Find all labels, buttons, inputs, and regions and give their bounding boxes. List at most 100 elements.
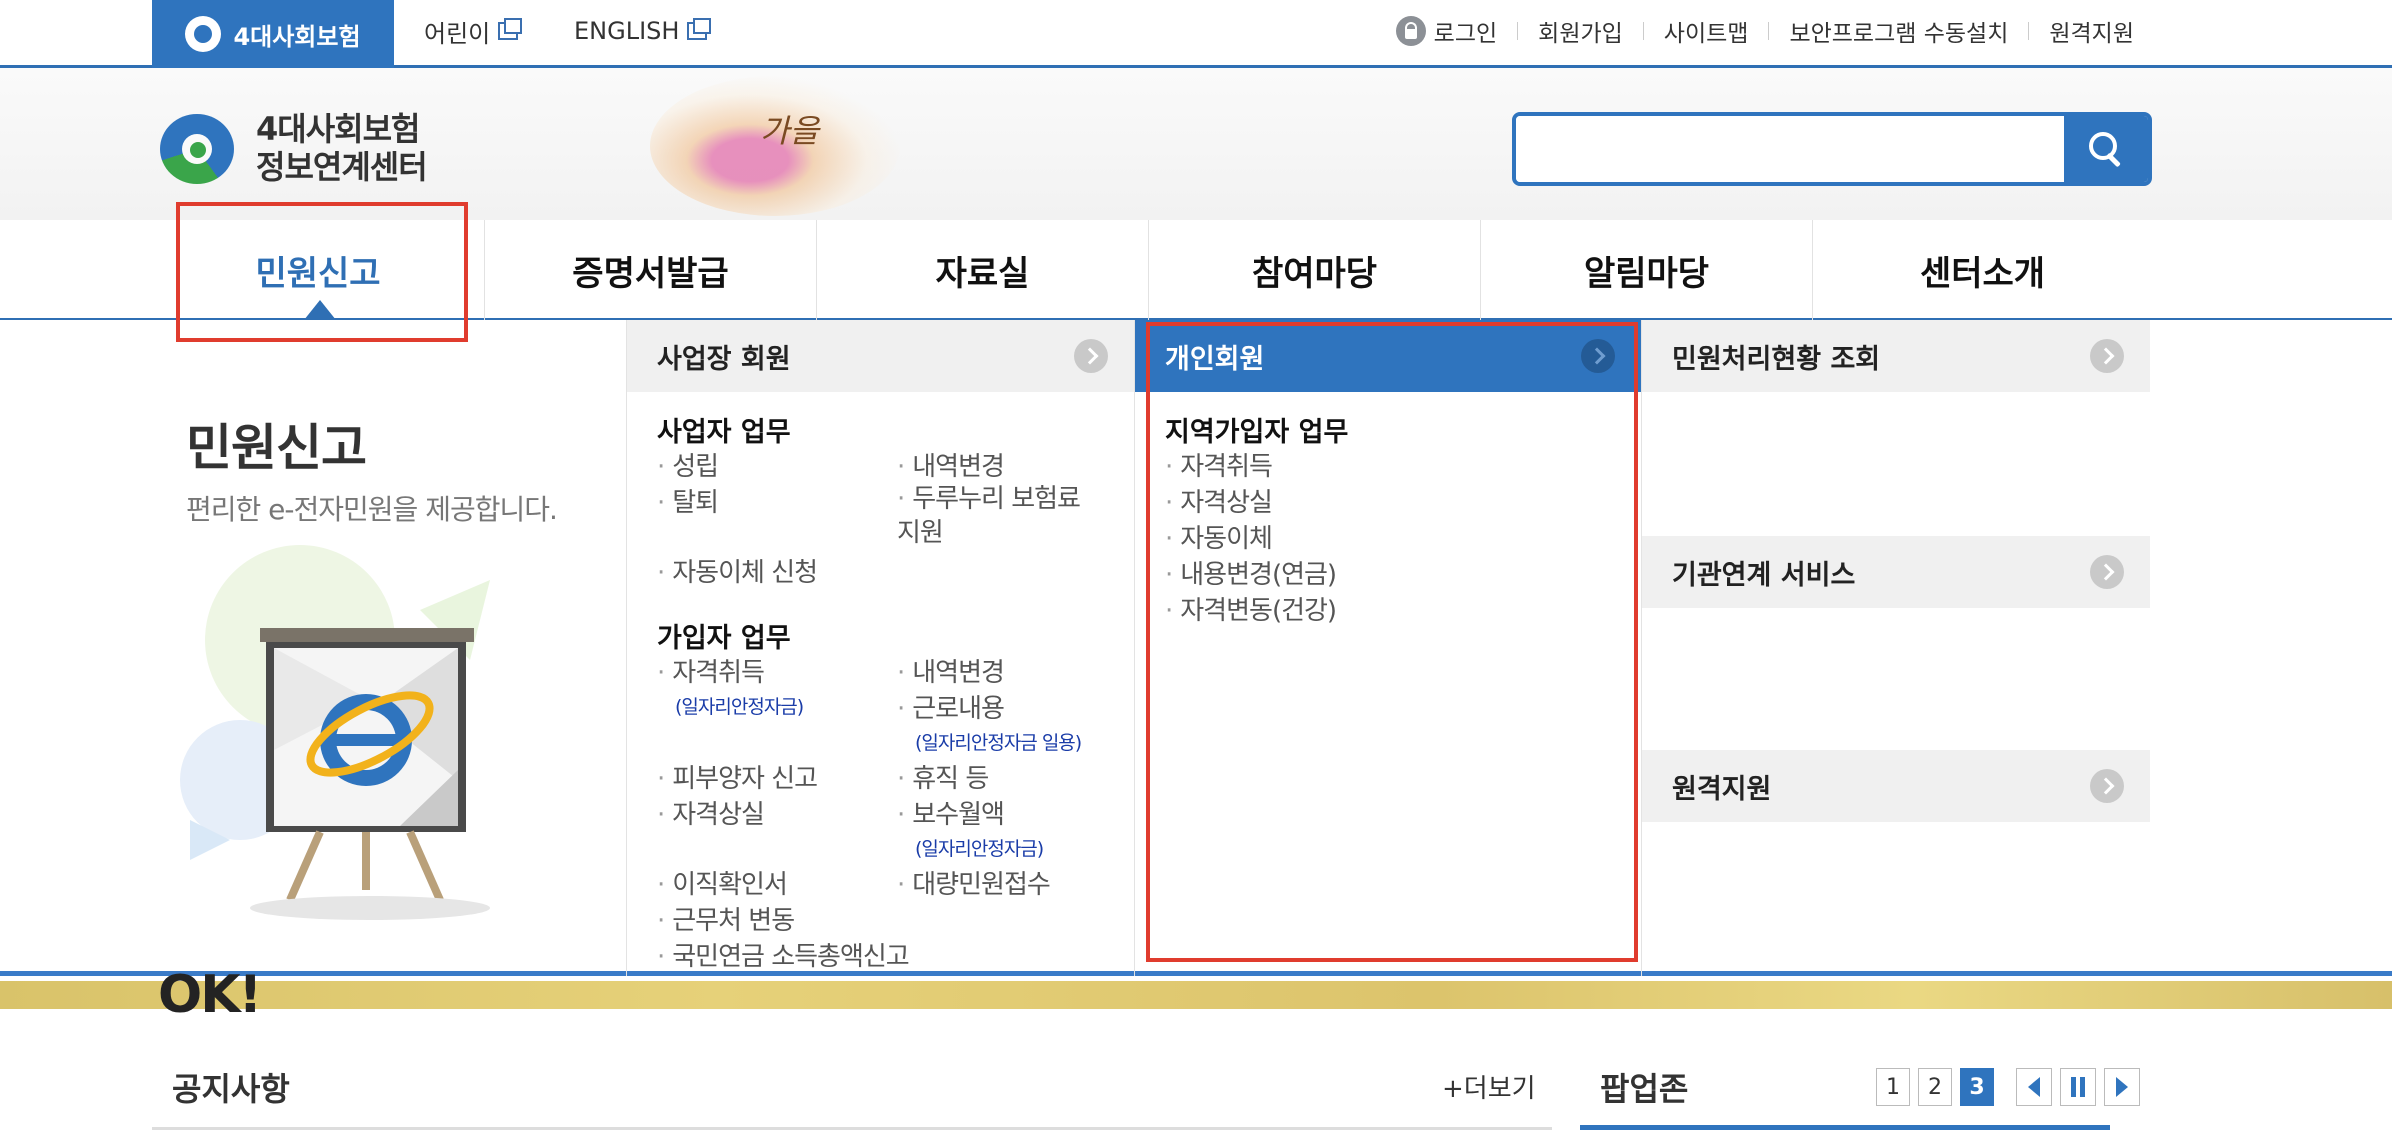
menu-item-work-content[interactable]: 근로내용 <box>897 688 1005 725</box>
main-banner-strip: OK! <box>0 965 2392 1025</box>
triangle-left-icon <box>2028 1077 2040 1097</box>
menu-item-dependent-report[interactable]: 피부양자 신고 <box>657 758 818 795</box>
logo-text: 4대사회보험 정보연계센터 <box>256 110 428 186</box>
mega-menu: 민원신고 편리한 e-전자민원을 제공합니다. 사업장 회원 사업자 업무 성립… <box>0 320 2392 976</box>
deco-text: 가을 <box>760 112 819 150</box>
signup-link[interactable]: 회원가입 <box>1538 14 1623 48</box>
popup-pause-button[interactable] <box>2060 1068 2096 1106</box>
search-button[interactable] <box>2064 116 2148 182</box>
external-window-icon <box>498 18 523 40</box>
search-input[interactable] <box>1516 116 2068 182</box>
presentation-board-illustration <box>180 545 490 920</box>
job-fund-note-2: (일자리안정자금) <box>915 838 1044 860</box>
pause-icon <box>2071 1077 2085 1097</box>
popup-page-1[interactable]: 1 <box>1876 1068 1910 1106</box>
personal-item-change-pension[interactable]: 내용변경(연금) <box>1165 554 1337 591</box>
complaint-status-header[interactable]: 민원처리현황 조회 <box>1642 320 2150 392</box>
menu-item-lose-qualification[interactable]: 자격상실 <box>657 794 765 831</box>
top-utility-bar: 4대사회보험 어린이 ENGLISH 로그인 회원가입 사이트맵 보안프로그램 … <box>0 0 2392 68</box>
popup-next-button[interactable] <box>2104 1068 2140 1106</box>
popup-zone-underline <box>1580 1125 2110 1130</box>
menu-item-pension-income-report[interactable]: 국민연금 소득총액신고 <box>657 936 909 973</box>
logo-line-2: 정보연계센터 <box>256 148 428 186</box>
autumn-flower-decoration: 가을 <box>650 76 900 216</box>
remote-support-label: 원격지원 <box>1672 773 1772 805</box>
english-link[interactable]: ENGLISH <box>574 0 712 62</box>
business-member-label: 사업장 회원 <box>657 343 791 375</box>
divider <box>1517 22 1519 40</box>
main-nav: 민원신고 증명서발급 자료실 참여마당 알림마당 센터소개 <box>0 220 2392 320</box>
popup-prev-button[interactable] <box>2016 1068 2052 1106</box>
remote-support-link[interactable]: 원격지원 <box>2049 14 2134 48</box>
personal-item-acquire[interactable]: 자격취득 <box>1165 446 1273 483</box>
lock-icon <box>1395 16 1426 46</box>
search-box <box>1512 112 2152 186</box>
divider <box>1642 22 1644 40</box>
divider <box>2028 22 2030 40</box>
business-member-header[interactable]: 사업장 회원 <box>627 320 1134 392</box>
remote-support-header[interactable]: 원격지원 <box>1642 750 2150 822</box>
personal-item-change-health[interactable]: 자격변동(건강) <box>1165 590 1337 627</box>
nav-participation[interactable]: 참여마당 <box>1148 220 1480 320</box>
nav-certificate[interactable]: 증명서발급 <box>484 220 816 320</box>
menu-item-acquire[interactable]: 자격취득 <box>657 652 765 689</box>
menu-item-auto-transfer-request[interactable]: 자동이체 신청 <box>657 552 818 589</box>
nav-center-intro[interactable]: 센터소개 <box>1812 220 2152 320</box>
site-logo[interactable]: 4대사회보험 정보연계센터 <box>160 108 428 188</box>
popup-page-3[interactable]: 3 <box>1960 1068 1994 1106</box>
agency-link-service-label: 기관연계 서비스 <box>1672 559 1856 591</box>
chevron-right-icon <box>1581 339 1615 373</box>
regional-member-task-title: 지역가입자 업무 <box>1165 417 1349 448</box>
active-nav-caret <box>304 300 336 320</box>
kids-link[interactable]: 어린이 <box>424 0 523 62</box>
nav-library[interactable]: 자료실 <box>816 220 1148 320</box>
chevron-right-icon <box>2090 555 2124 589</box>
complaint-status-label: 민원처리현황 조회 <box>1672 343 1881 375</box>
menu-item-separation-confirm[interactable]: 이직확인서 <box>657 864 788 901</box>
menu-item-business-change[interactable]: 내역변경 <box>897 446 1005 483</box>
brand-tab[interactable]: 4대사회보험 <box>152 0 394 68</box>
personal-item-lose[interactable]: 자격상실 <box>1165 482 1273 519</box>
agency-link-service-header[interactable]: 기관연계 서비스 <box>1642 536 2150 608</box>
logo-mark-icon <box>160 108 240 188</box>
menu-item-establish[interactable]: 성립 <box>657 446 719 483</box>
logo-line-1: 4대사회보험 <box>256 110 420 148</box>
menu-item-workplace-change[interactable]: 근무처 변동 <box>657 900 795 937</box>
job-fund-note: (일자리안정자금) <box>675 696 804 718</box>
security-install-link[interactable]: 보안프로그램 수동설치 <box>1789 14 2008 48</box>
job-fund-daily-note: (일자리안정자금 일용) <box>915 732 1082 754</box>
service-column: 민원처리현황 조회 기관연계 서비스 원격지원 <box>1642 320 2150 976</box>
menu-item-leave[interactable]: 휴직 등 <box>897 758 989 795</box>
menu-item-durunuri[interactable]: 두루누리 보험료 지원 <box>897 482 1107 550</box>
triangle-right-icon <box>2116 1077 2128 1097</box>
popup-pager: 1 2 3 <box>1876 1068 2140 1106</box>
login-link[interactable]: 로그인 <box>1434 14 1497 48</box>
search-icon <box>2089 132 2123 166</box>
member-task-title: 가입자 업무 <box>657 623 791 654</box>
notice-more-link[interactable]: +더보기 <box>1442 1068 1536 1105</box>
popup-zone-title: 팝업존 <box>1600 1070 1689 1108</box>
divider <box>1768 22 1770 40</box>
menu-item-monthly-pay[interactable]: 보수월액 <box>897 794 1005 831</box>
menu-item-bulk-request[interactable]: 대량민원접수 <box>897 864 1051 901</box>
personal-member-label: 개인회원 <box>1165 343 1265 375</box>
menu-intro: 민원신고 편리한 e-전자민원을 제공합니다. <box>186 408 558 528</box>
notice-section-title: 공지사항 <box>172 1070 290 1108</box>
menu-item-withdraw[interactable]: 탈퇴 <box>657 482 719 519</box>
kids-link-label: 어린이 <box>424 19 491 48</box>
nav-notice[interactable]: 알림마당 <box>1480 220 1812 320</box>
menu-item-member-change[interactable]: 내역변경 <box>897 652 1005 689</box>
external-window-icon <box>687 18 712 40</box>
utility-links: 로그인 회원가입 사이트맵 보안프로그램 수동설치 원격지원 <box>1395 0 2134 62</box>
banner-text: OK! <box>158 965 262 1025</box>
brand-logo-icon <box>185 16 222 52</box>
sitemap-link[interactable]: 사이트맵 <box>1664 14 1749 48</box>
personal-member-header[interactable]: 개인회원 <box>1135 320 1641 392</box>
chevron-right-icon <box>2090 769 2124 803</box>
brand-tab-label: 4대사회보험 <box>233 22 361 51</box>
personal-item-auto-transfer[interactable]: 자동이체 <box>1165 518 1273 555</box>
popup-page-2[interactable]: 2 <box>1918 1068 1952 1106</box>
site-header: 4대사회보험 정보연계센터 가을 <box>0 68 2392 220</box>
english-link-label: ENGLISH <box>574 17 680 45</box>
chevron-right-icon <box>2090 339 2124 373</box>
